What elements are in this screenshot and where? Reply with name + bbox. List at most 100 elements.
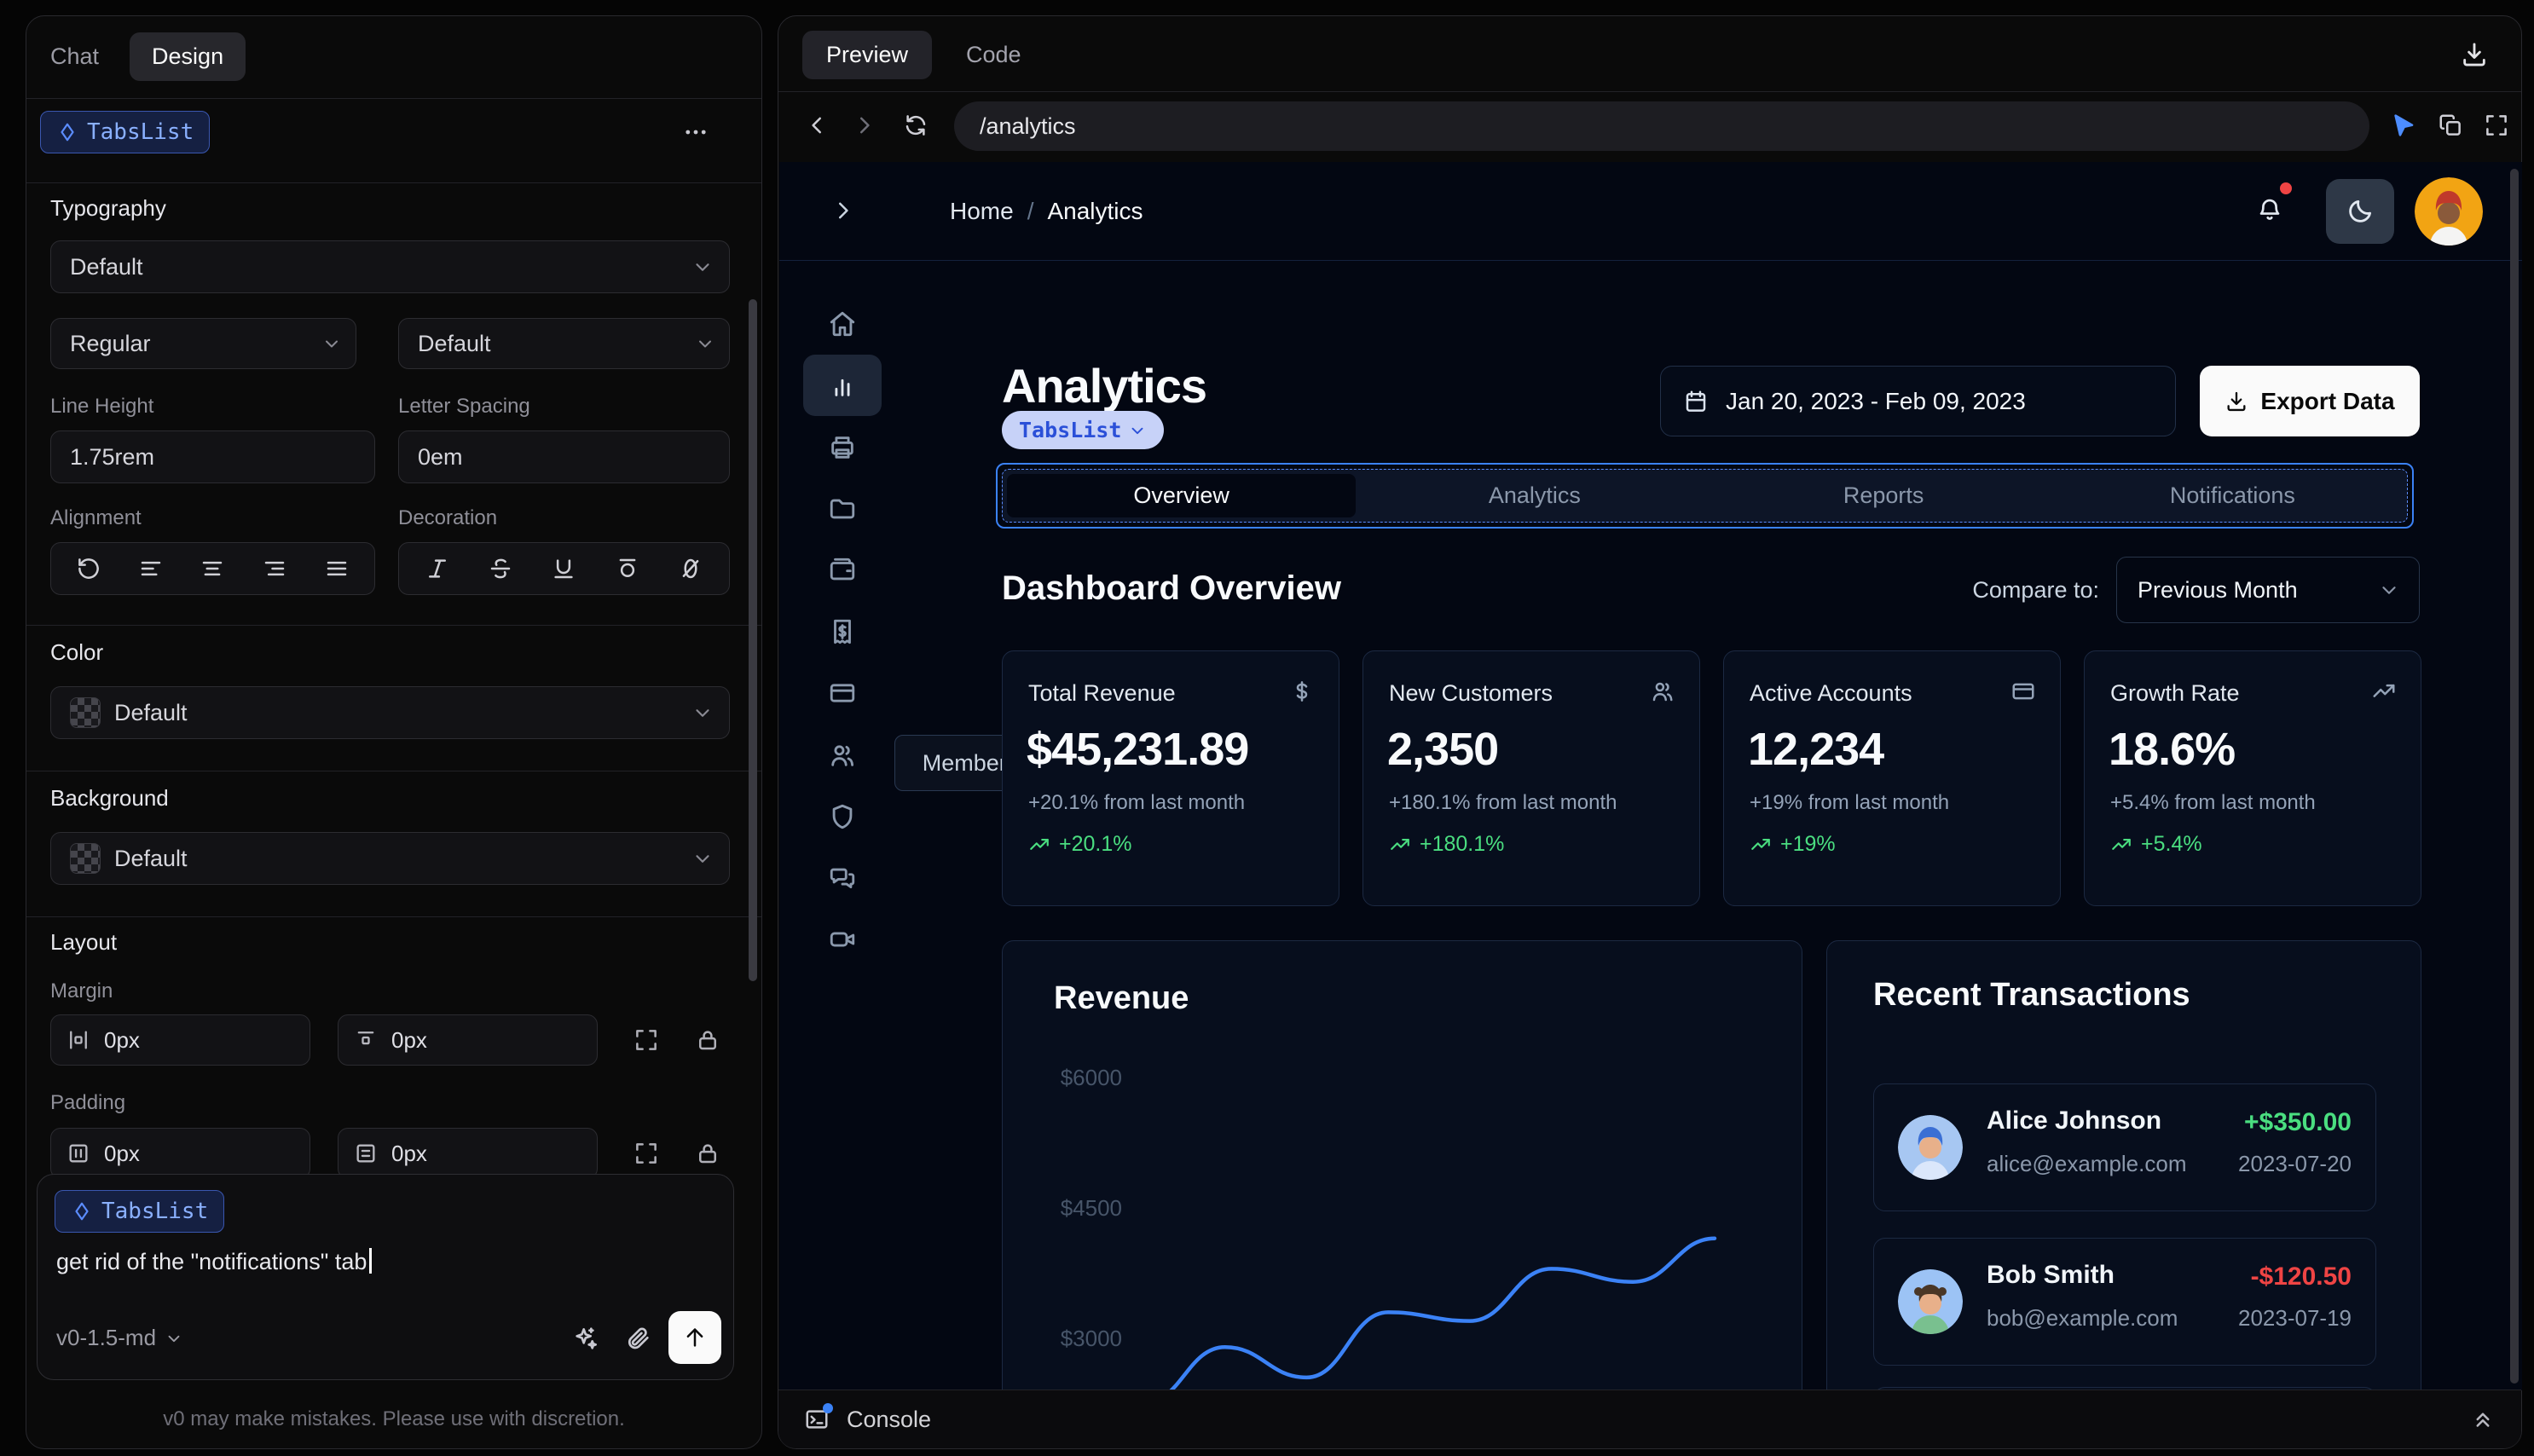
selected-component-badge[interactable]: TabsList <box>1002 411 1165 449</box>
tab-chat[interactable]: Chat <box>45 43 104 71</box>
console-bar[interactable]: Console <box>778 1390 2521 1448</box>
line-height-input[interactable]: 1.75rem <box>50 430 375 483</box>
stat-trend: +180.1% <box>1389 832 1504 857</box>
margin-y-input[interactable]: 0px <box>338 1014 598 1066</box>
background-select[interactable]: Default <box>50 832 730 885</box>
preview-panel: Preview Code /analytics Home / Analytics <box>778 15 2522 1449</box>
theme-toggle-button[interactable] <box>2326 179 2394 244</box>
sidebar-item-receipt[interactable] <box>803 601 882 662</box>
chevrons-up-icon[interactable] <box>2470 1407 2496 1432</box>
align-left-icon[interactable] <box>138 556 164 581</box>
transaction-item[interactable]: Bob Smith bob@example.com -$120.50 2023-… <box>1873 1238 2376 1366</box>
credit-card-icon <box>2010 679 2036 704</box>
divider <box>778 91 2521 92</box>
color-select[interactable]: Default <box>50 686 730 739</box>
divider <box>26 98 761 99</box>
divider <box>26 916 761 917</box>
letter-spacing-value: 0em <box>418 443 463 470</box>
overline-icon[interactable] <box>615 556 640 581</box>
sidebar-item-credit-card[interactable] <box>803 662 882 724</box>
sidebar-item-home[interactable] <box>803 293 882 355</box>
fullscreen-icon[interactable] <box>2484 113 2509 138</box>
sidebar-item-shield[interactable] <box>803 786 882 847</box>
sidebar-item-video[interactable] <box>803 909 882 970</box>
strikethrough-icon[interactable] <box>488 556 513 581</box>
color-section-label: Color <box>50 639 104 665</box>
attach-file-icon[interactable] <box>624 1325 651 1352</box>
align-center-icon[interactable] <box>200 556 225 581</box>
slash-zero-icon[interactable] <box>678 556 703 581</box>
bell-icon[interactable] <box>2256 196 2283 223</box>
download-icon[interactable] <box>2460 40 2489 69</box>
margin-label: Margin <box>50 979 113 1002</box>
font-weight-select[interactable]: Regular <box>50 318 356 369</box>
divider <box>26 625 761 626</box>
font-select[interactable]: Default <box>50 240 730 293</box>
export-data-button[interactable]: Export Data <box>2200 366 2420 436</box>
more-options-button[interactable] <box>681 118 710 147</box>
letter-spacing-input[interactable]: 0em <box>398 430 730 483</box>
transaction-date: 2023-07-20 <box>2238 1151 2352 1176</box>
sidebar-item-messages[interactable] <box>803 847 882 909</box>
prompt-box[interactable]: TabsList get rid of the "notifications" … <box>37 1174 734 1380</box>
padding-y-input[interactable]: 0px <box>338 1128 598 1179</box>
model-selector[interactable]: v0-1.5-md <box>56 1325 183 1351</box>
page-title: Analytics <box>1002 359 1207 413</box>
v0-workspace: Chat Design TabsList Typography Default … <box>0 0 2534 1456</box>
refresh-icon[interactable] <box>903 113 929 138</box>
video-icon <box>828 925 857 954</box>
app-tab-analytics[interactable]: Analytics <box>1360 470 1709 522</box>
sidebar-expand-icon[interactable] <box>830 198 856 223</box>
tab-design[interactable]: Design <box>130 32 246 81</box>
enhance-prompt-icon[interactable] <box>571 1325 599 1352</box>
date-range-picker[interactable]: Jan 20, 2023 - Feb 09, 2023 <box>1660 366 2176 436</box>
sidebar-item-users[interactable] <box>803 725 882 786</box>
padding-lock-icon[interactable] <box>695 1141 720 1166</box>
sidebar-item-printer[interactable] <box>803 417 882 478</box>
nav-forward-icon[interactable] <box>852 113 877 138</box>
users-icon <box>828 741 857 770</box>
background-section-label: Background <box>50 785 169 811</box>
padding-expand-icon[interactable] <box>634 1141 659 1166</box>
url-bar[interactable]: /analytics <box>954 101 2369 151</box>
line-height-value: 1.75rem <box>70 443 155 470</box>
send-button[interactable] <box>668 1311 721 1364</box>
printer-icon <box>828 433 857 462</box>
margin-x-input[interactable]: 0px <box>50 1014 310 1066</box>
margin-lock-icon[interactable] <box>695 1027 720 1053</box>
margin-expand-icon[interactable] <box>634 1027 659 1053</box>
stat-change: +180.1% from last month <box>1389 791 1617 814</box>
sidebar-item-bar-chart[interactable] <box>803 355 882 416</box>
underline-icon[interactable] <box>551 556 576 581</box>
margin-x-value: 0px <box>104 1026 140 1053</box>
breadcrumb-home[interactable]: Home <box>950 198 1014 225</box>
selected-component-chip[interactable]: TabsList <box>40 111 211 153</box>
nav-back-icon[interactable] <box>804 113 830 138</box>
left-panel-scrollbar[interactable] <box>749 299 757 981</box>
app-tab-reports[interactable]: Reports <box>1710 470 2058 522</box>
transaction-item[interactable]: Alice Johnson alice@example.com +$350.00… <box>1873 1083 2376 1211</box>
sidebar-item-folder[interactable] <box>803 478 882 540</box>
app-tab-notifications[interactable]: Notifications <box>2058 470 2407 522</box>
notification-dot <box>2280 182 2292 194</box>
export-label: Export Data <box>2260 387 2395 414</box>
copy-icon[interactable] <box>2438 113 2463 138</box>
tab-code[interactable]: Code <box>961 41 1027 69</box>
user-avatar[interactable] <box>2415 177 2483 246</box>
undo-icon[interactable] <box>76 556 101 581</box>
sidebar-item-wallet[interactable] <box>803 540 882 601</box>
italic-icon[interactable] <box>425 556 450 581</box>
chevron-down-icon <box>321 333 342 354</box>
prompt-component-chip[interactable]: TabsList <box>55 1190 225 1233</box>
app-scrollbar[interactable] <box>2510 169 2519 1384</box>
align-justify-icon[interactable] <box>324 556 350 581</box>
inspect-pointer-icon[interactable] <box>2390 112 2417 139</box>
app-tab-overview[interactable]: Overview <box>1007 474 1357 517</box>
text-caret <box>369 1248 373 1274</box>
padding-x-input[interactable]: 0px <box>50 1128 310 1179</box>
prompt-input[interactable]: get rid of the "notifications" tab <box>56 1248 373 1275</box>
tab-preview[interactable]: Preview <box>802 30 933 79</box>
compare-select[interactable]: Previous Month <box>2116 557 2420 623</box>
font-size-select[interactable]: Default <box>398 318 730 369</box>
align-right-icon[interactable] <box>262 556 287 581</box>
